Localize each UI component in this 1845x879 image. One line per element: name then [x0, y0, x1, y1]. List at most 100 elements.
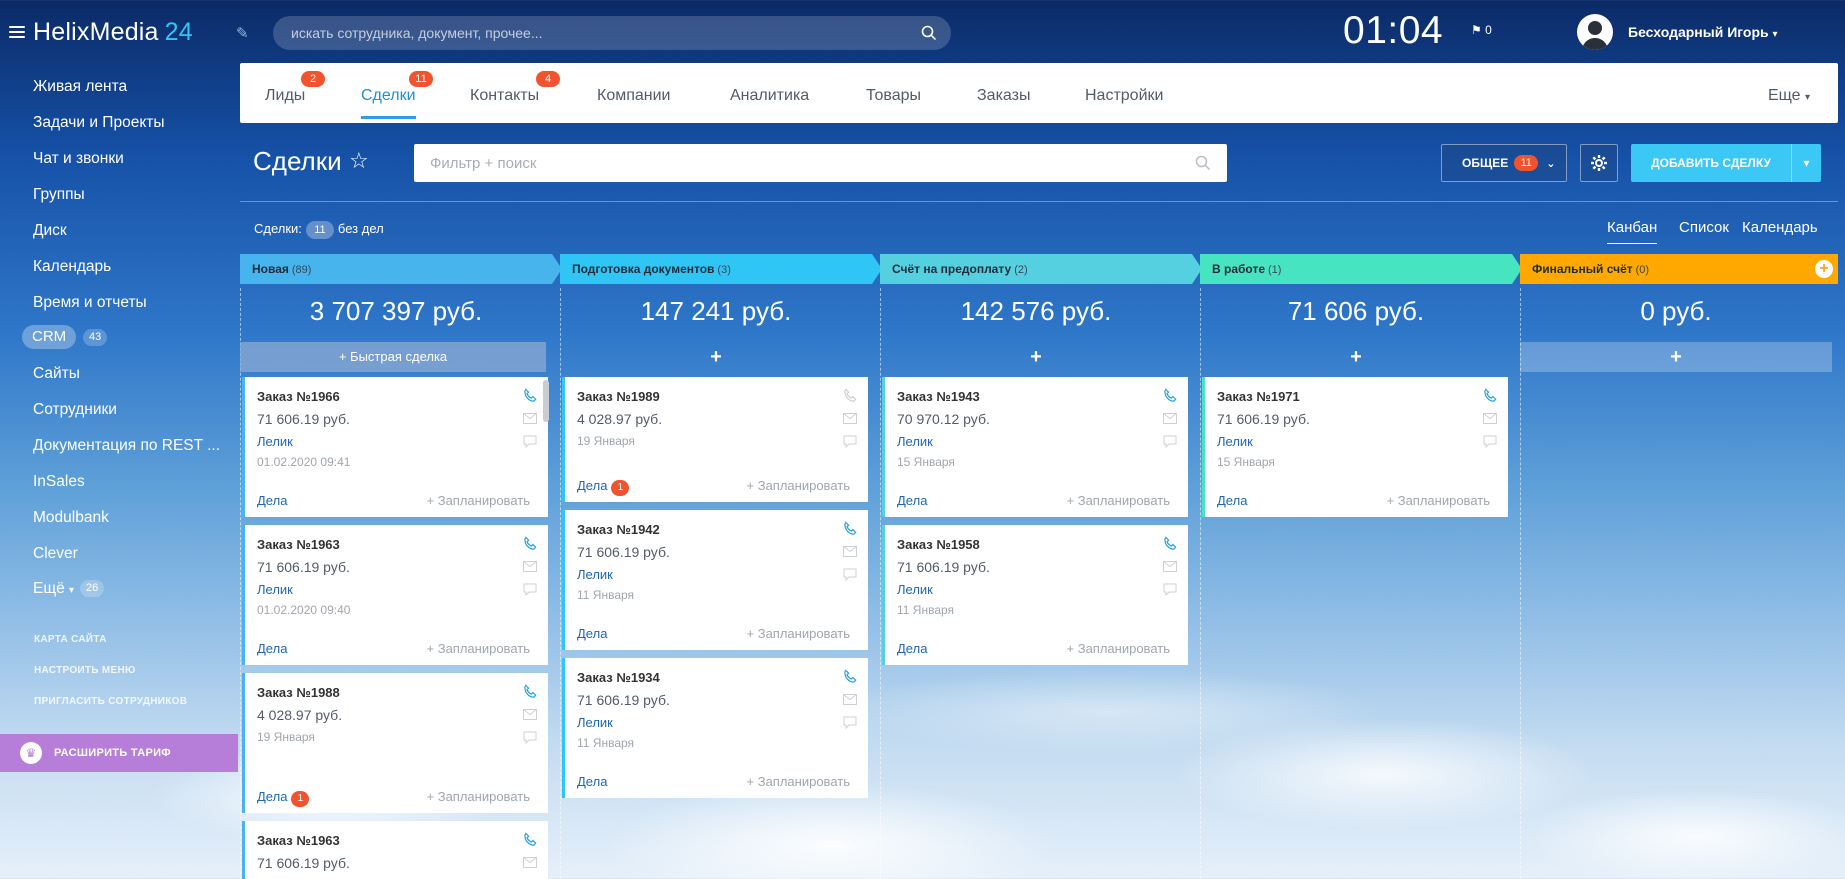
deal-title[interactable]: Заказ №1958 — [897, 537, 980, 552]
tab-contacts[interactable]: Контакты 4 — [470, 71, 560, 105]
deal-title[interactable]: Заказ №1989 — [577, 389, 660, 404]
menu-item-groups[interactable]: Группы — [33, 186, 85, 204]
menu-item-rest-docs[interactable]: Документация по REST ... — [33, 437, 220, 455]
column-header[interactable]: Новая (89) — [240, 254, 562, 284]
plan-activity-link[interactable]: + Запланировать — [427, 641, 530, 656]
mail-icon[interactable] — [842, 543, 858, 559]
deal-activities[interactable]: Дела — [897, 493, 927, 508]
column-header[interactable]: Финальный счёт (0) — [1520, 254, 1838, 284]
mail-icon[interactable] — [522, 558, 538, 574]
chat-icon[interactable] — [1162, 581, 1178, 597]
deal-card[interactable]: Заказ №1943 70 970.12 руб. Лелик 15 Января… — [882, 377, 1188, 517]
menu-item-sites[interactable]: Сайты — [33, 365, 80, 383]
column-header[interactable]: В работе (1) — [1200, 254, 1522, 284]
plan-activity-link[interactable]: + Запланировать — [747, 626, 850, 641]
add-column-icon[interactable]: + — [1815, 260, 1833, 278]
tab-companies[interactable]: Компании — [597, 87, 671, 105]
deal-title[interactable]: Заказ №1963 — [257, 537, 340, 552]
tab-leads[interactable]: Лиды 2 — [265, 71, 325, 105]
tab-deals[interactable]: Сделки 11 — [361, 71, 433, 119]
menu-item-crm[interactable]: CRM — [22, 325, 77, 349]
phone-icon[interactable] — [842, 387, 858, 403]
phone-icon[interactable] — [842, 668, 858, 684]
search-icon[interactable] — [1195, 155, 1211, 171]
menu-item-time[interactable]: Время и отчеты — [33, 294, 147, 312]
deal-contact[interactable]: Лелик — [257, 434, 293, 449]
tab-products[interactable]: Товары — [866, 87, 921, 105]
phone-icon[interactable] — [522, 387, 538, 403]
add-card-button[interactable]: + — [560, 342, 872, 372]
plan-activity-link[interactable]: + Запланировать — [427, 789, 530, 804]
setup-menu-link[interactable]: НАСТРОИТЬ МЕНЮ — [34, 665, 136, 676]
clock[interactable]: 01:04 — [1343, 9, 1443, 53]
phone-icon[interactable] — [842, 520, 858, 536]
logo[interactable]: HelixMedia 24 — [33, 18, 193, 47]
chat-icon[interactable] — [522, 433, 538, 449]
sitemap-link[interactable]: КАРТА САЙТА — [34, 634, 107, 645]
user-name[interactable]: Бесходарный Игорь ▾ — [1628, 24, 1778, 40]
column-header[interactable]: Счёт на предоплату (2) — [880, 254, 1202, 284]
deal-contact[interactable]: Лелик — [577, 715, 613, 730]
plan-activity-link[interactable]: + Запланировать — [1067, 493, 1170, 508]
mail-icon[interactable] — [1162, 558, 1178, 574]
deal-activities[interactable]: Дела — [577, 626, 607, 641]
menu-item-insales[interactable]: InSales — [33, 473, 85, 491]
deal-card[interactable]: Заказ №1971 71 606.19 руб. Лелик 15 Января… — [1202, 377, 1508, 517]
menu-item-feed[interactable]: Живая лента — [33, 78, 127, 96]
global-search-input[interactable] — [291, 25, 891, 41]
mail-icon[interactable] — [522, 410, 538, 426]
quick-deal-button[interactable]: + Быстрая сделка — [240, 342, 546, 372]
deal-title[interactable]: Заказ №1966 — [257, 389, 340, 404]
invite-link[interactable]: ПРИГЛАСИТЬ СОТРУДНИКОВ — [34, 696, 187, 707]
deal-contact[interactable]: Лелик — [897, 434, 933, 449]
deal-card[interactable]: Заказ №1963 71 606.19 руб.Лелик — [242, 821, 548, 879]
deal-activities[interactable]: Дела 1 — [257, 789, 310, 807]
menu-item-clever[interactable]: Clever — [33, 545, 78, 563]
deal-card[interactable]: Заказ №1988 4 028.97 руб. 19 Января Дела 1 +… — [242, 673, 548, 813]
chat-icon[interactable] — [842, 433, 858, 449]
deal-card[interactable]: Заказ №1963 71 606.19 руб. Лелик 01.02.202… — [242, 525, 548, 665]
search-icon[interactable] — [921, 25, 937, 41]
common-pipeline-button[interactable]: ОБЩЕЕ 11 ⌄ — [1441, 144, 1567, 182]
deal-contact[interactable]: Лелик — [577, 567, 613, 582]
mail-icon[interactable] — [842, 691, 858, 707]
menu-item-more[interactable]: Ещё ▾ — [33, 580, 74, 598]
deal-title[interactable]: Заказ №1963 — [257, 833, 340, 848]
deal-card[interactable]: Заказ №1958 71 606.19 руб. Лелик 11 Января… — [882, 525, 1188, 665]
chat-icon[interactable] — [1482, 433, 1498, 449]
menu-item-calendar[interactable]: Календарь — [33, 258, 111, 276]
deal-contact[interactable]: Лелик — [897, 582, 933, 597]
deal-activities[interactable]: Дела — [1217, 493, 1247, 508]
deal-contact[interactable]: Лелик — [1217, 434, 1253, 449]
star-icon[interactable]: ☆ — [349, 148, 369, 174]
chat-icon[interactable] — [1162, 433, 1178, 449]
add-deal-button[interactable]: ДОБАВИТЬ СДЕЛКУ ▾ — [1631, 144, 1821, 182]
menu-item-chat[interactable]: Чат и звонки — [33, 150, 124, 168]
pencil-icon[interactable]: ✎ — [236, 24, 249, 42]
tab-analytics[interactable]: Аналитика — [730, 87, 809, 105]
mail-icon[interactable] — [1162, 410, 1178, 426]
deal-card[interactable]: Заказ №1934 71 606.19 руб. Лелик 11 Января… — [562, 658, 868, 798]
plan-activity-link[interactable]: + Запланировать — [747, 774, 850, 789]
phone-icon[interactable] — [1482, 387, 1498, 403]
mail-icon[interactable] — [522, 854, 538, 870]
deal-card[interactable]: Заказ №1966 71 606.19 руб. Лелик 01.02.202… — [242, 377, 548, 517]
view-calendar[interactable]: Календарь — [1742, 219, 1818, 236]
deal-card[interactable]: Заказ №1989 4 028.97 руб. 19 Января Дела 1 +… — [562, 377, 868, 502]
tabs-more[interactable]: Еще ▾ — [1768, 87, 1810, 105]
chat-icon[interactable] — [842, 714, 858, 730]
phone-icon[interactable] — [522, 683, 538, 699]
deal-contact[interactable]: Лелик — [257, 582, 293, 597]
stat-counter[interactable]: 11 — [305, 221, 334, 239]
view-list[interactable]: Список — [1679, 219, 1729, 236]
menu-item-tasks[interactable]: Задачи и Проекты — [33, 114, 165, 132]
plan-activity-link[interactable]: + Запланировать — [427, 493, 530, 508]
filter-search-input[interactable] — [430, 154, 1190, 172]
deal-activities[interactable]: Дела — [577, 774, 607, 789]
phone-icon[interactable] — [1162, 387, 1178, 403]
add-card-button[interactable]: + — [1200, 342, 1512, 372]
menu-item-employees[interactable]: Сотрудники — [33, 401, 117, 419]
deal-title[interactable]: Заказ №1988 — [257, 685, 340, 700]
chat-icon[interactable] — [522, 581, 538, 597]
plan-activity-link[interactable]: + Запланировать — [1387, 493, 1490, 508]
